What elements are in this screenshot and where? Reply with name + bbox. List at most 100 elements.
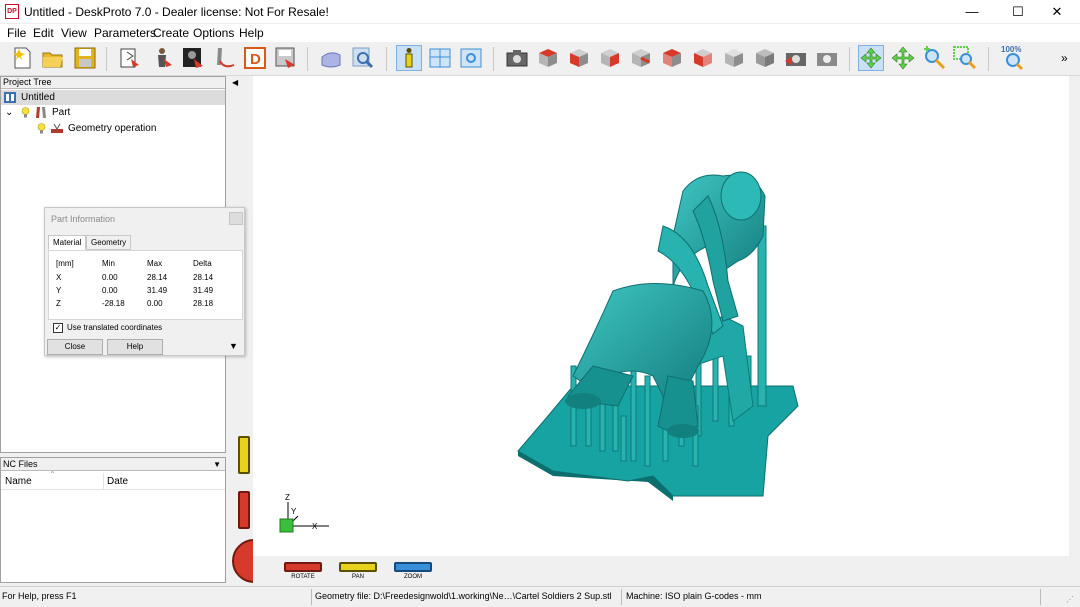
tree-operation-row[interactable]: Geometry operation [1, 121, 225, 136]
app-icon[interactable]: DP [5, 4, 19, 19]
screenshot-icon[interactable] [814, 45, 840, 71]
chevron-down-icon[interactable]: ⌄ [5, 105, 13, 120]
view-iso-icon[interactable] [721, 45, 747, 71]
inspect-icon[interactable] [350, 45, 376, 71]
pan-horizontal-slider[interactable] [339, 562, 377, 572]
render-camera-icon[interactable] [783, 45, 809, 71]
row-x-min: 0.00 [102, 273, 118, 282]
axis-y-label: Y [291, 507, 297, 516]
part-information-dialog: Part Information Material Geometry [mm] … [44, 207, 245, 356]
header-delta: Delta [193, 259, 212, 268]
pan-view-icon[interactable] [890, 45, 916, 71]
toolbar: D 100% » [0, 42, 1080, 76]
view-left-icon[interactable] [659, 45, 685, 71]
menu-parameters[interactable]: Parameters [94, 26, 156, 40]
zoom-horizontal-slider[interactable] [394, 562, 432, 572]
camera-icon[interactable] [504, 45, 530, 71]
menu-create[interactable]: Create [153, 26, 189, 40]
menu-options[interactable]: Options [193, 26, 234, 40]
menu-edit[interactable]: Edit [33, 26, 54, 40]
preview-icon[interactable] [458, 45, 484, 71]
import-bitmap-icon[interactable] [180, 45, 206, 71]
status-bar: For Help, press F1 Geometry file: D:\Fre… [0, 586, 1080, 607]
view-right-icon[interactable] [597, 45, 623, 71]
row-y-delta: 31.49 [193, 286, 214, 295]
translated-coordinates-label: Use translated coordinates [67, 323, 163, 332]
tree-root-label: Untitled [21, 92, 55, 103]
nc-files-columns: Name Date ⌃ [1, 470, 225, 490]
info-icon[interactable] [396, 45, 422, 71]
row-z-min: -28.18 [102, 299, 125, 308]
view-bottom-icon[interactable] [690, 45, 716, 71]
rotate-vertical-slider[interactable] [238, 491, 250, 529]
header-min: Min [102, 259, 115, 268]
menu-view[interactable]: View [61, 26, 87, 40]
sort-arrow-icon: ⌃ [49, 470, 56, 479]
expand-arrow-icon[interactable]: ▼ [229, 341, 238, 351]
import-person-icon[interactable] [149, 45, 175, 71]
save-icon[interactable] [72, 45, 98, 71]
new-file-icon[interactable] [9, 45, 35, 71]
3d-viewport[interactable]: Z Y X [253, 76, 1069, 556]
rotate-horizontal-slider[interactable] [284, 562, 322, 572]
part-info-table: [mm] Min Max Delta X 0.00 28.14 28.14 Y … [48, 250, 243, 320]
lightbulb-icon[interactable] [37, 123, 46, 139]
help-dialog-button[interactable]: Help [107, 339, 163, 355]
menu-bar: File Edit View Parameters Create Options… [0, 24, 1080, 42]
view-solid-icon[interactable] [752, 45, 778, 71]
tree-operation-label: Geometry operation [68, 123, 157, 134]
translated-coordinates-checkbox[interactable]: ✓ [53, 323, 63, 333]
dxf-icon[interactable]: D [242, 45, 268, 71]
nc-files-panel: NC Files ▼ Name Date ⌃ [0, 457, 226, 583]
axis-x-label: X [312, 522, 318, 531]
toolbar-overflow-button[interactable]: » [1061, 51, 1068, 65]
open-folder-icon[interactable] [40, 45, 66, 71]
row-x-axis: X [56, 273, 62, 282]
dropdown-arrow-icon[interactable]: ▼ [213, 459, 221, 471]
row-x-max: 28.14 [147, 273, 168, 282]
collapse-arrow-icon[interactable]: ◀ [232, 78, 238, 87]
layout-icon[interactable] [427, 45, 453, 71]
column-name[interactable]: Name [5, 476, 32, 487]
zoom-window-icon[interactable] [952, 45, 978, 71]
row-z-max: 0.00 [147, 299, 163, 308]
tab-geometry[interactable]: Geometry [86, 235, 132, 250]
axis-gizmo: Z Y X [274, 493, 334, 536]
pan-label: PAN [352, 574, 364, 580]
right-edge [1069, 76, 1080, 583]
rotate-view-icon[interactable] [858, 45, 884, 71]
tree-root-row[interactable]: Untitled [1, 90, 225, 105]
zoom-label: ZOOM [404, 574, 422, 580]
row-x-delta: 28.14 [193, 273, 214, 282]
bottom-control-strip: ROTATE PAN ZOOM [253, 556, 1069, 583]
status-machine: Machine: ISO plain G-codes - mm [626, 591, 762, 601]
shape-icon[interactable] [318, 45, 344, 71]
nc-files-title: NC Files [3, 459, 38, 469]
dialog-close-icon[interactable] [229, 212, 243, 225]
export-icon[interactable] [273, 45, 299, 71]
nc-files-header: NC Files ▼ [1, 458, 225, 471]
model-render [517, 171, 799, 501]
view-front-icon[interactable] [566, 45, 592, 71]
menu-help[interactable]: Help [239, 26, 264, 40]
view-back-icon[interactable] [628, 45, 654, 71]
tab-material[interactable]: Material [48, 235, 87, 250]
column-date[interactable]: Date [107, 476, 128, 487]
header-unit: [mm] [56, 259, 74, 268]
pan-vertical-slider[interactable] [238, 436, 250, 474]
import-geometry-icon[interactable] [117, 45, 143, 71]
svg-text:D: D [250, 51, 261, 68]
close-dialog-button[interactable]: Close [47, 339, 103, 355]
zoom-in-icon[interactable] [921, 45, 947, 71]
close-button[interactable]: ✕ [1034, 0, 1080, 24]
menu-file[interactable]: File [7, 26, 26, 40]
resize-grip-icon[interactable]: ⋰ [1066, 595, 1074, 604]
row-z-delta: 28.18 [193, 299, 214, 308]
zoom-100-icon[interactable]: 100% [999, 45, 1031, 71]
minimize-button[interactable]: — [949, 0, 995, 24]
import-vector-icon[interactable] [212, 45, 238, 71]
tree-part-row[interactable]: ⌄ Part [1, 105, 225, 120]
view-top-icon[interactable] [535, 45, 561, 71]
title-bar: DP Untitled - DeskProto 7.0 - Dealer lic… [0, 0, 1080, 24]
project-icon [4, 92, 16, 103]
